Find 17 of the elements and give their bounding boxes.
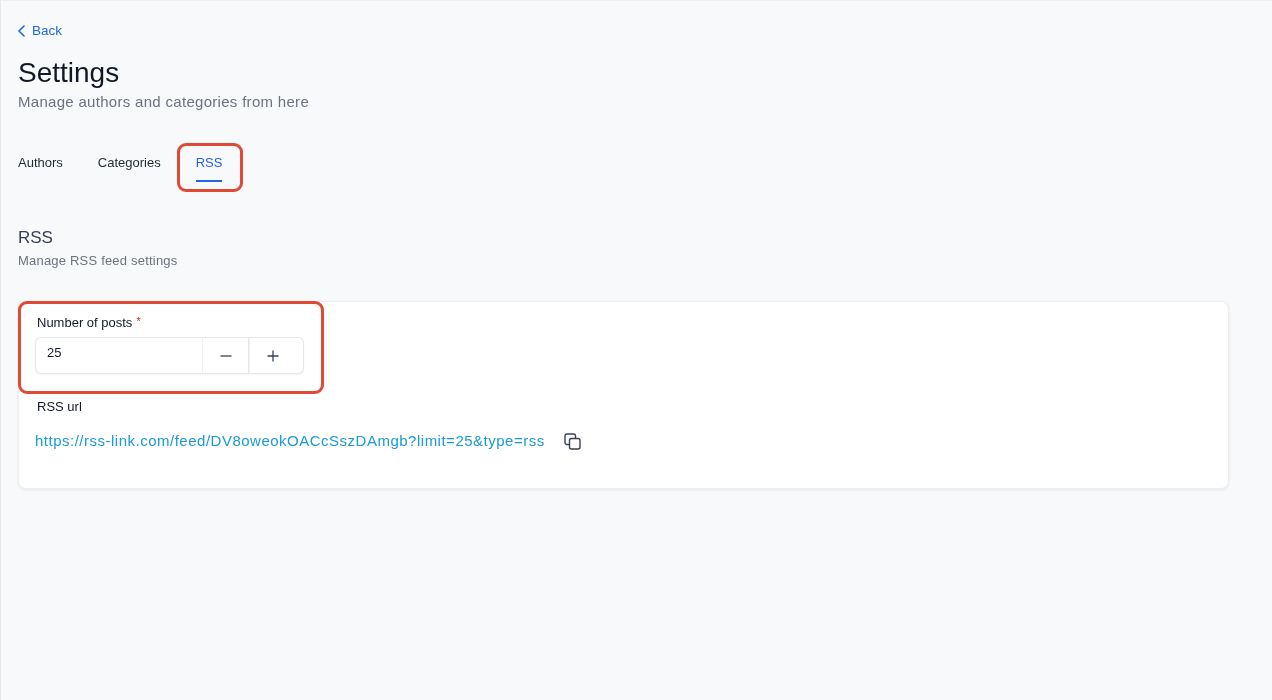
number-input[interactable]: 25 (35, 337, 202, 374)
required-asterisk: * (136, 315, 141, 327)
section-subtitle: Manage RSS feed settings (18, 252, 178, 270)
plus-icon (266, 349, 279, 362)
increment-button[interactable] (249, 337, 304, 374)
copy-icon[interactable] (563, 432, 581, 450)
field-label: RSS url (36, 399, 82, 415)
back-link[interactable]: Back (18, 22, 62, 40)
decrement-button[interactable] (202, 337, 249, 374)
tab[interactable]: RSS (195, 155, 223, 182)
page-title: Settings (18, 56, 120, 90)
tab[interactable]: Authors (18, 155, 63, 182)
tab[interactable]: Categories (97, 155, 161, 182)
section-title: RSS (18, 227, 53, 249)
field-label: Number of posts (37, 315, 133, 331)
chevron-left-icon (18, 25, 25, 37)
page-subtitle: Manage authors and categories from here (18, 92, 310, 112)
